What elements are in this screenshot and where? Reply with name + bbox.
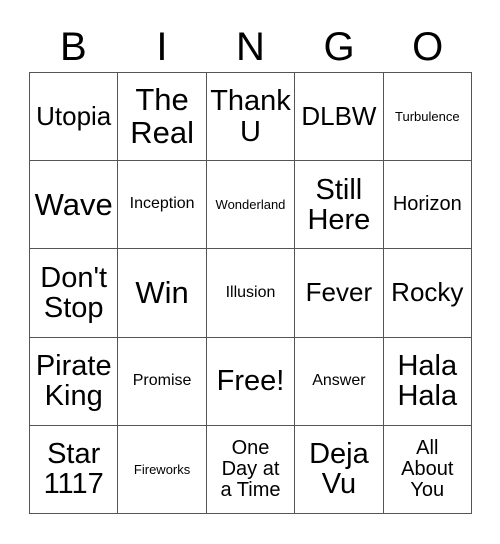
bingo-cell[interactable]: Illusion (206, 249, 296, 338)
bingo-cell[interactable]: Pirate King (30, 337, 119, 426)
bingo-cell[interactable]: Thank U (206, 73, 296, 162)
bingo-cell-label: DLBW (301, 101, 377, 132)
bingo-cell-label: Deja Vu (309, 438, 369, 501)
header-letter-g: G (323, 25, 355, 69)
bingo-cell[interactable]: The Real (118, 73, 207, 162)
bingo-cell-label: One Day at a Time (220, 437, 281, 501)
bingo-cell[interactable]: Wave (30, 161, 119, 250)
bingo-cell-label: Free! (216, 365, 285, 398)
header-letter-n: N (236, 25, 265, 69)
header-letter-b: B (59, 25, 87, 69)
bingo-cell[interactable]: Free! (206, 337, 296, 426)
bingo-cell-label: Wonderland (215, 197, 286, 213)
bingo-cell-label: Thank U (210, 85, 291, 148)
bingo-cell-label: Hala Hala (397, 350, 458, 413)
bingo-cell-label: Turbulence (395, 108, 460, 124)
bingo-cell[interactable]: Rocky (383, 249, 472, 338)
bingo-cell-label: Horizon (392, 193, 462, 216)
bingo-cell[interactable]: Deja Vu (295, 425, 384, 514)
bingo-cell[interactable]: Wonderland (206, 161, 296, 250)
bingo-cell-label: Utopia (36, 101, 112, 132)
bingo-grid: Utopia The Real Thank U DLBW Turbulence Wave I… (29, 72, 472, 514)
bingo-header-row: B I N G O (29, 22, 472, 72)
bingo-cell-label: Still Here (307, 173, 371, 236)
bingo-cell[interactable]: One Day at a Time (206, 425, 296, 514)
bingo-cell[interactable]: Fever (295, 249, 384, 338)
bingo-cell-label: Pirate King (35, 350, 112, 413)
bingo-cell-label: Fireworks (133, 461, 191, 477)
bingo-cell-label: Wave (34, 186, 113, 222)
bingo-cell-label: The Real (130, 82, 194, 150)
bingo-cell[interactable]: Hala Hala (383, 337, 472, 426)
bingo-cell-label: Win (135, 274, 189, 310)
bingo-cell[interactable]: Fireworks (118, 425, 207, 514)
bingo-cell[interactable]: Still Here (295, 161, 384, 250)
bingo-cell[interactable]: Answer (295, 337, 384, 426)
bingo-cell-label: Fever (305, 277, 373, 308)
bingo-cell[interactable]: Utopia (30, 73, 119, 162)
bingo-cell-label: Inception (129, 195, 195, 213)
bingo-cell-label: Answer (312, 371, 366, 389)
bingo-cell[interactable]: Don't Stop (30, 249, 119, 338)
header-letter-o: O (412, 25, 444, 69)
bingo-cell[interactable]: All About You (383, 425, 472, 514)
bingo-cell-label: Illusion (225, 283, 276, 301)
bingo-cell[interactable]: Promise (118, 337, 207, 426)
bingo-cell-label: Rocky (391, 277, 464, 308)
bingo-card: B I N G O Utopia The Real Thank U DLBW Turbu… (0, 0, 500, 544)
bingo-cell[interactable]: Inception (118, 161, 207, 250)
bingo-cell[interactable]: Star 1117 (30, 425, 119, 514)
bingo-cell[interactable]: Turbulence (383, 73, 472, 162)
header-letter-i: I (156, 25, 168, 69)
bingo-cell-label: Star 1117 (43, 438, 104, 501)
bingo-cell-label: Promise (132, 371, 192, 389)
bingo-cell[interactable]: Win (118, 249, 207, 338)
bingo-cell-label: All About You (401, 437, 454, 501)
bingo-cell[interactable]: DLBW (295, 73, 384, 162)
bingo-cell[interactable]: Horizon (383, 161, 472, 250)
bingo-cell-label: Don't Stop (40, 261, 108, 324)
